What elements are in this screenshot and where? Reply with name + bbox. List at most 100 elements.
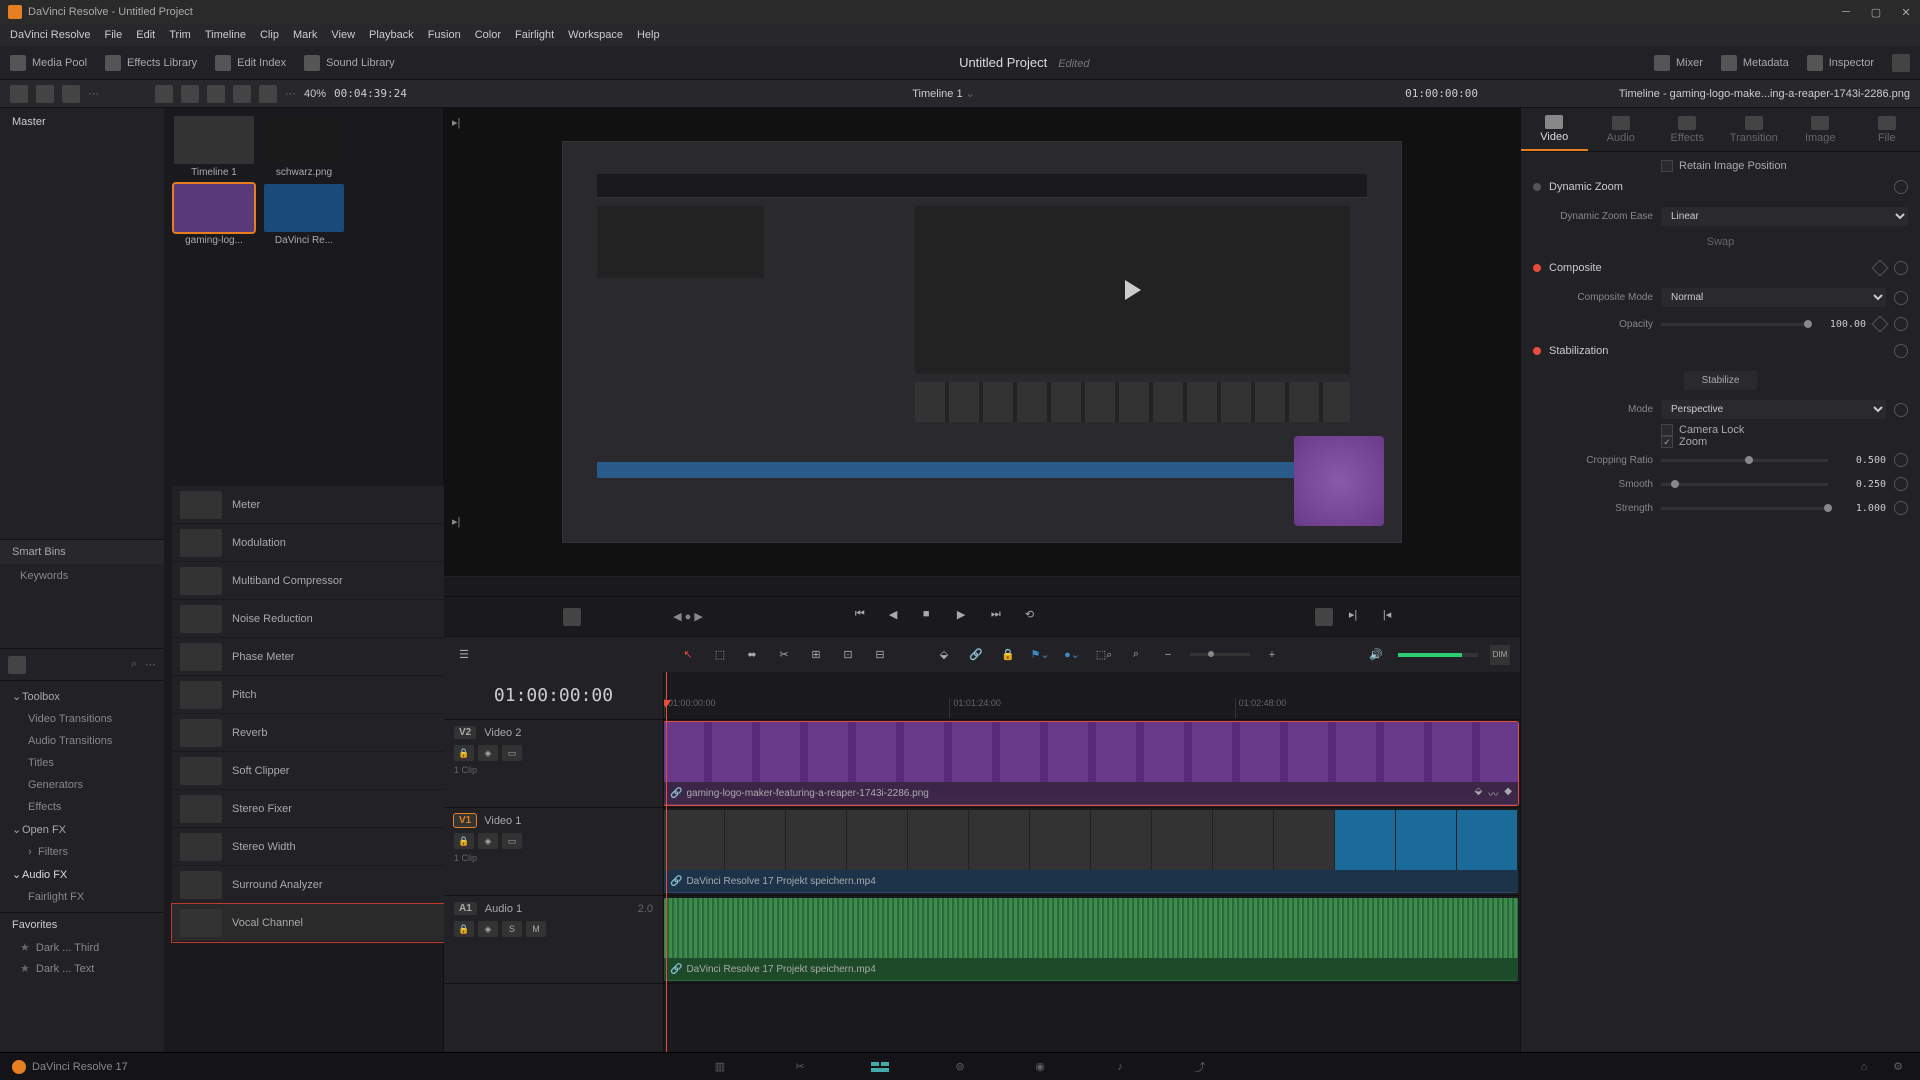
next-marker-icon[interactable]: ▸| xyxy=(1349,608,1367,626)
strength-slider[interactable] xyxy=(1661,507,1828,510)
favorites-header[interactable]: Favorites xyxy=(0,912,164,937)
minimize-button[interactable]: ─ xyxy=(1840,6,1852,18)
marker-dropdown[interactable]: ●⌄ xyxy=(1062,645,1082,665)
menu-workspace[interactable]: Workspace xyxy=(568,29,623,41)
playhead[interactable] xyxy=(666,672,667,1052)
skip-prev-icon[interactable]: ▸| xyxy=(452,116,460,129)
prev-edit-icon[interactable]: ◀ ● ▶ xyxy=(673,610,703,623)
opacity-keyframe[interactable] xyxy=(1872,316,1889,333)
timeline-name[interactable]: Timeline 1 ⌄ xyxy=(912,87,975,100)
inspector-tab-audio[interactable]: Audio xyxy=(1588,108,1655,151)
v2-lock-button[interactable]: 🔒 xyxy=(454,745,474,761)
strength-reset[interactable] xyxy=(1894,501,1908,515)
prev-frame-button[interactable]: ◀ xyxy=(889,608,907,626)
track-header-a1[interactable]: A1Audio 12.0 🔒◈SM xyxy=(444,896,663,984)
link-toggle[interactable]: 🔗 xyxy=(966,645,986,665)
zoom-fit-icon[interactable]: ⌕ xyxy=(1126,645,1146,665)
composite-header[interactable]: Composite xyxy=(1549,262,1866,274)
fx-soft-clipper[interactable]: Soft Clipper xyxy=(172,752,452,790)
menu-trim[interactable]: Trim xyxy=(169,29,191,41)
zoom-search-icon[interactable]: ⬚⌕ xyxy=(1094,645,1114,665)
media-gaming-logo[interactable]: gaming-log... xyxy=(172,184,256,246)
a1-auto-select[interactable]: ◈ xyxy=(478,921,498,937)
clip-retime-icon[interactable]: 〰 xyxy=(1488,786,1498,801)
clip-menu-icon[interactable]: ◆ xyxy=(1504,786,1512,801)
strip-view-icon[interactable] xyxy=(207,85,225,103)
fx-cat-generators[interactable]: Generators xyxy=(0,774,164,796)
fx-cat-titles[interactable]: Titles xyxy=(0,752,164,774)
fx-cat-audiofx[interactable]: ⌄Audio FX xyxy=(0,863,164,886)
fx-cat-video-transitions[interactable]: Video Transitions xyxy=(0,708,164,730)
search-icon[interactable] xyxy=(233,85,251,103)
v1-lock-button[interactable]: 🔒 xyxy=(454,833,474,849)
deliver-page-icon[interactable]: ⤴ xyxy=(1190,1059,1210,1075)
fx-modulation[interactable]: Modulation xyxy=(172,524,452,562)
fx-pitch[interactable]: Pitch xyxy=(172,676,452,714)
dynamic-zoom-header[interactable]: Dynamic Zoom xyxy=(1549,181,1886,193)
fav-dark-text[interactable]: ★Dark ... Text xyxy=(0,958,164,979)
sort-icon[interactable] xyxy=(259,85,277,103)
menu-timeline[interactable]: Timeline xyxy=(205,29,246,41)
cut-page-icon[interactable]: ✂ xyxy=(790,1059,810,1075)
stabilization-enable[interactable] xyxy=(1533,347,1541,355)
fx-cat-effects[interactable]: Effects xyxy=(0,796,164,818)
stabilization-mode-reset[interactable] xyxy=(1894,403,1908,417)
timeline-viewer[interactable]: ▸| ▸| xyxy=(444,108,1520,576)
fx-stereo-width[interactable]: Stereo Width xyxy=(172,828,452,866)
timeline-ruler[interactable]: 01:00:00:00 01:01:24:00 01:02:48:00 xyxy=(664,672,1520,720)
track-v2[interactable]: 🔗gaming-logo-maker-featuring-a-reaper-17… xyxy=(664,720,1520,808)
expand-button[interactable] xyxy=(1892,54,1910,72)
viewer-canvas[interactable] xyxy=(562,141,1401,543)
viewer-mode-icon[interactable] xyxy=(1315,608,1333,626)
blade-tool[interactable]: ✂ xyxy=(774,645,794,665)
zoom-out-icon[interactable]: − xyxy=(1158,645,1178,665)
timeline-view-options[interactable]: ☰ xyxy=(454,645,474,665)
match-frame-icon[interactable] xyxy=(563,608,581,626)
project-settings-icon[interactable]: ⚙ xyxy=(1888,1059,1908,1075)
swap-button[interactable]: Swap xyxy=(1707,236,1735,248)
smooth-slider[interactable] xyxy=(1661,483,1828,486)
fx-stereo-fixer[interactable]: Stereo Fixer xyxy=(172,790,452,828)
track-v1[interactable]: 🔗DaVinci Resolve 17 Projekt speichern.mp… xyxy=(664,808,1520,896)
fx-surround-analyzer[interactable]: Surround Analyzer xyxy=(172,866,452,904)
sound-library-toggle[interactable]: Sound Library xyxy=(304,55,395,71)
composite-reset[interactable] xyxy=(1894,261,1908,275)
smooth-value[interactable]: 0.250 xyxy=(1836,479,1886,490)
grid-view-icon[interactable] xyxy=(181,85,199,103)
composite-keyframe[interactable] xyxy=(1872,260,1889,277)
trim-tool[interactable]: ⬚ xyxy=(710,645,730,665)
stop-button[interactable]: ■ xyxy=(923,608,941,626)
dynamic-trim-tool[interactable]: ⬌ xyxy=(742,645,762,665)
zoom-checkbox[interactable]: ✓ xyxy=(1661,436,1673,448)
fx-cat-audio-transitions[interactable]: Audio Transitions xyxy=(0,730,164,752)
inspector-tab-image[interactable]: Image xyxy=(1787,108,1854,151)
camera-lock-checkbox[interactable] xyxy=(1661,424,1673,436)
a1-lock-button[interactable]: 🔒 xyxy=(454,921,474,937)
master-bin[interactable]: Master xyxy=(0,108,164,136)
cropping-ratio-value[interactable]: 0.500 xyxy=(1836,455,1886,466)
nav-fwd-icon[interactable] xyxy=(62,85,80,103)
menu-color[interactable]: Color xyxy=(475,29,501,41)
skip-next-icon[interactable]: ▸| xyxy=(452,515,460,528)
cropping-reset[interactable] xyxy=(1894,453,1908,467)
lock-toggle[interactable]: 🔒 xyxy=(998,645,1018,665)
clip-gaming-logo[interactable]: 🔗gaming-logo-maker-featuring-a-reaper-17… xyxy=(664,722,1518,805)
dynamic-zoom-reset[interactable] xyxy=(1894,180,1908,194)
inspector-toggle[interactable]: Inspector xyxy=(1807,55,1874,71)
timeline-tc-display[interactable]: 01:00:00:00 xyxy=(444,672,663,720)
menu-clip[interactable]: Clip xyxy=(260,29,279,41)
color-page-icon[interactable]: ◉ xyxy=(1030,1059,1050,1075)
edit-index-toggle[interactable]: Edit Index xyxy=(215,55,286,71)
keywords-bin[interactable]: Keywords xyxy=(0,564,164,588)
track-header-v2[interactable]: V2Video 2 🔒◈▭ 1 Clip xyxy=(444,720,663,808)
menu-help[interactable]: Help xyxy=(637,29,660,41)
menu-fairlight[interactable]: Fairlight xyxy=(515,29,554,41)
prev-marker-icon[interactable]: |◂ xyxy=(1383,608,1401,626)
menu-file[interactable]: File xyxy=(105,29,123,41)
menu-playback[interactable]: Playback xyxy=(369,29,414,41)
edit-page-icon[interactable] xyxy=(870,1059,890,1075)
flag-dropdown[interactable]: ⚑⌄ xyxy=(1030,645,1050,665)
v1-auto-select[interactable]: ◈ xyxy=(478,833,498,849)
replace-tool[interactable]: ⊟ xyxy=(870,645,890,665)
fx-phase-meter[interactable]: Phase Meter xyxy=(172,638,452,676)
